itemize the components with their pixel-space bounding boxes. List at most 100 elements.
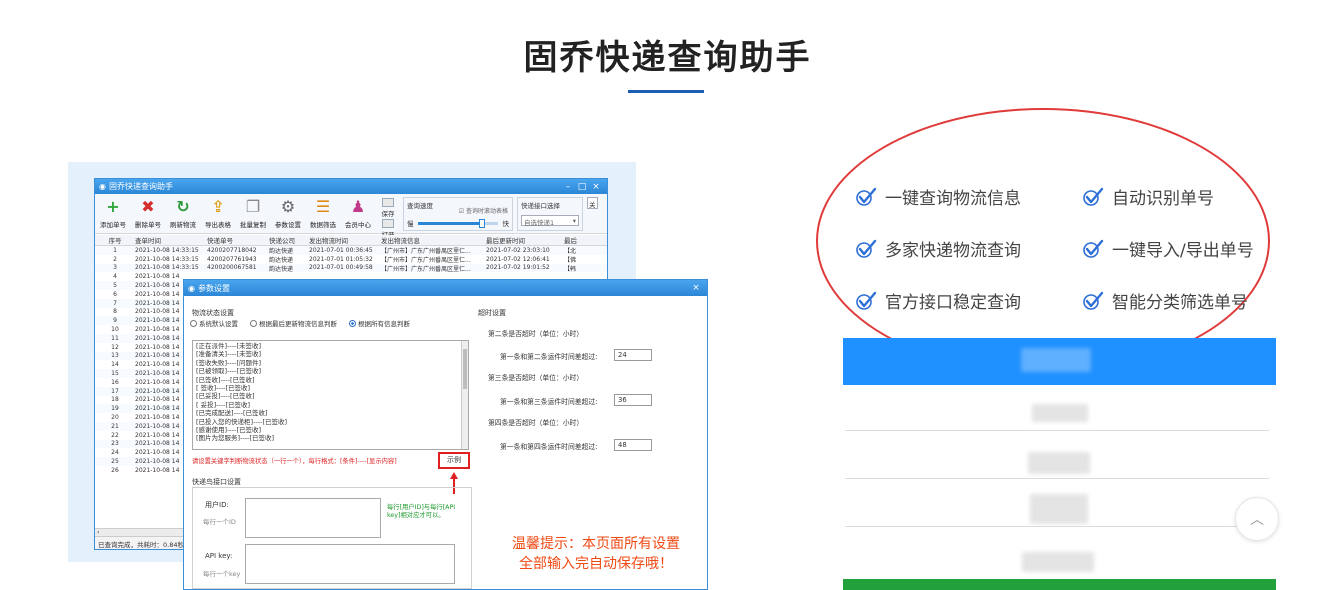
column-header[interactable]: 发出物流时间 <box>309 235 381 245</box>
rules-textarea[interactable]: [正在派件]----[未签收] [准备清关]----[未签收] [签收失败]----… <box>192 340 469 450</box>
table-cell: 25 <box>111 458 119 466</box>
user-id-sub: 每行一个ID <box>203 518 236 526</box>
open-icon <box>382 219 394 228</box>
toolbar-button-delete[interactable]: ✖ 删除单号 <box>132 197 164 230</box>
table-cell: 4200200067581 <box>207 264 257 272</box>
check-icon <box>856 187 877 206</box>
toolbar-button-plus[interactable]: + 添加单号 <box>97 197 129 230</box>
table-row[interactable]: 3 2021-10-08 14:33:15 4200200067581 韵达快递 202… <box>95 263 607 273</box>
side-button[interactable]: 关 <box>587 197 598 209</box>
radio-dot <box>349 319 356 327</box>
main-titlebar: ◉ 固乔快递查询助手 – □ × <box>95 179 607 194</box>
timeout-input[interactable]: 24 <box>614 349 652 361</box>
check-icon <box>1083 187 1104 206</box>
back-to-top-button[interactable]: ︿ <box>1235 497 1279 541</box>
feature-label: 智能分类筛选单号 <box>1112 293 1248 313</box>
feature-label: 一键导入/导出单号 <box>1112 241 1254 261</box>
interface-select[interactable]: 自选快递1 ▾ <box>521 215 579 227</box>
page-title: 固乔快递查询助手 <box>523 38 812 78</box>
toolbar-button-export[interactable]: ⇪ 导出表格 <box>202 197 234 230</box>
table-cell: 14 <box>111 361 119 369</box>
feature-label: 多家快递物流查询 <box>885 241 1021 261</box>
gear-icon: ⚙ <box>280 197 296 216</box>
example-button[interactable]: 示例 <box>438 452 470 469</box>
column-header[interactable]: 快递单号 <box>207 235 269 245</box>
check-icon <box>856 291 877 310</box>
table-row[interactable]: 2 2021-10-08 14:33:15 4200207761943 韵达快递 202… <box>95 255 607 264</box>
table-cell: 18 <box>111 396 119 404</box>
radio-label: 根据最后更新物流信息判断 <box>259 320 337 328</box>
radio-dot <box>190 319 197 327</box>
table-cell: 20 <box>111 414 119 422</box>
timeout-input[interactable]: 36 <box>614 394 652 406</box>
table-cell: 13 <box>111 352 119 360</box>
maximize-icon[interactable]: □ <box>575 182 589 192</box>
table-cell: 韵达快递 <box>269 256 294 264</box>
table-cell: 2021-10-08 14:33:15 <box>135 264 199 272</box>
toolbar-button-member[interactable]: ♟ 会员中心 <box>342 197 374 230</box>
horizontal-scrollbar[interactable]: ‹ <box>95 528 183 536</box>
rule-line: [已完成配送]----[已签收] <box>196 409 268 418</box>
rule-line: [签收失败]----[问题件] <box>196 358 262 367</box>
timeout-title: 第三条是否超时（单位：小时） <box>488 374 584 382</box>
toolbar-button-gear[interactable]: ⚙ 参数设置 <box>272 197 304 230</box>
table-cell: 2021-07-01 00:36:45 <box>309 246 373 254</box>
divider <box>845 430 1269 431</box>
save-button[interactable]: 保存 <box>382 208 395 218</box>
status-radio[interactable]: 系统默认设置 <box>190 318 238 328</box>
timeout-title: 第四条是否超时（单位：小时） <box>488 419 584 427</box>
toolbar-button-label: 导出表格 <box>205 221 231 229</box>
speed-slider[interactable] <box>418 219 498 228</box>
toolbar-button-copy[interactable]: ❐ 批量复制 <box>237 197 269 230</box>
status-radio[interactable]: 根据所有信息判断 <box>349 318 410 328</box>
minimize-icon[interactable]: – <box>561 182 575 192</box>
timeout-input[interactable]: 48 <box>614 439 652 451</box>
status-radio-group: 系统默认设置 根据最后更新物流信息判断 根据所有信息判断 <box>190 318 410 328</box>
table-cell: 22 <box>111 431 119 439</box>
column-header[interactable]: 发出物流信息 <box>381 235 486 245</box>
interface-box: 快递接口选择 自选快递1 ▾ <box>517 197 583 231</box>
settings-dialog: ◉ 参数设置 × 物流状态设置 系统默认设置 根据最后更新物流信息判断 根据所有信息… <box>183 279 708 590</box>
table-cell: 7 <box>113 299 117 307</box>
delete-icon: ✖ <box>141 197 155 216</box>
green-banner <box>843 579 1276 590</box>
toolbar-button-label: 删除单号 <box>135 221 161 229</box>
rules-hint: 请设置关键字判断物流状态（一行一个），每行格式：[条件]----[显示内容] <box>192 458 397 465</box>
warm-tip: 温馨提示：本页面所有设置 全部输入完自动保存哦！ <box>496 534 696 574</box>
feature-item: 自动识别单号 <box>1082 184 1214 209</box>
column-header[interactable]: 最后 <box>564 235 594 245</box>
table-cell: 1 <box>113 246 117 254</box>
toolbar-button-refresh[interactable]: ↻ 刷新物流 <box>167 197 199 230</box>
slider-knob[interactable] <box>478 219 485 228</box>
column-header[interactable]: 快递公司 <box>269 235 309 245</box>
timeout-label: 第一条和第三条运件时间差超过: <box>500 398 598 406</box>
speed-box: 查询速度 ☑ 查询时滚动表格慢快 <box>403 197 513 231</box>
speed-fast-label: 快 <box>502 220 510 228</box>
status-radio[interactable]: 根据最后更新物流信息判断 <box>250 318 337 328</box>
column-header[interactable]: 查单时间 <box>135 235 207 245</box>
kd-group-title: 快递鸟接口设置 <box>192 478 241 486</box>
feature-item: 多家快递物流查询 <box>855 236 1021 261</box>
column-header[interactable]: 最后更新时间 <box>486 235 564 245</box>
table-cell: 21 <box>111 422 119 430</box>
column-header[interactable]: 序号 <box>95 235 135 245</box>
feature-label: 一键查询物流信息 <box>885 189 1021 209</box>
table-cell: 4 <box>113 273 117 281</box>
table-cell: 11 <box>111 334 119 342</box>
dialog-close-icon[interactable]: × <box>689 283 703 293</box>
table-row[interactable]: 1 2021-10-08 14:33:15 4200207718042 韵达快递 202… <box>95 246 607 255</box>
blurred-text <box>1022 552 1094 572</box>
close-icon[interactable]: × <box>589 182 603 192</box>
blurred-text <box>1032 404 1088 422</box>
toolbar-button-filter[interactable]: ☰ 数据筛选 <box>307 197 339 230</box>
api-key-input[interactable] <box>245 544 455 584</box>
table-cell: 8 <box>113 308 117 316</box>
divider <box>845 526 1269 527</box>
user-id-input[interactable] <box>245 498 381 538</box>
scroll-checkbox[interactable]: ☑ 查询时滚动表格 <box>459 206 508 215</box>
toolbar: + 添加单号 ✖ 删除单号 ↻ 刷新物流 ⇪ 导出表格 ❐ 批量复制 ⚙ 参数设置 ☰ 数据筛选 ♟ 会员中心… <box>95 194 607 239</box>
rules-scrollbar[interactable] <box>461 341 468 449</box>
table-cell: 【广州市】广东广州番禺区里仁... <box>381 265 471 273</box>
dialog-app-icon: ◉ <box>188 283 195 293</box>
table-cell: 5 <box>113 282 117 290</box>
